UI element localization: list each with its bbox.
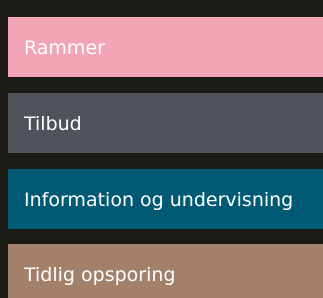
menu-item-tidlig-opsporing[interactable]: Tidlig opsporing — [8, 244, 323, 298]
menu-item-label: Rammer — [24, 37, 105, 59]
menu-item-information-og-undervisning[interactable]: Information og undervisning — [8, 169, 323, 229]
menu-item-label: Tilbud — [24, 113, 82, 135]
category-menu: Rammer Tilbud Information og undervisnin… — [8, 0, 323, 298]
menu-item-rammer[interactable]: Rammer — [8, 17, 323, 77]
menu-item-tilbud[interactable]: Tilbud — [8, 93, 323, 153]
menu-item-label: Information og undervisning — [24, 189, 294, 211]
menu-item-label: Tidlig opsporing — [24, 264, 176, 286]
